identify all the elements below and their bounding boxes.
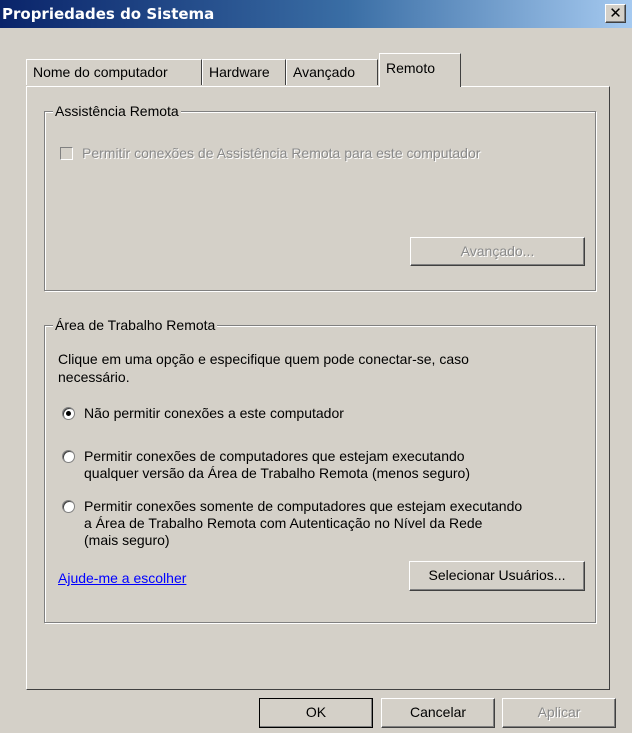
remote-assistance-title: Assistência Remota bbox=[53, 103, 181, 119]
allow-remote-assistance-checkbox[interactable] bbox=[60, 147, 73, 160]
radio-allow-nla-only-label-line1: Permitir conexões somente de computadore… bbox=[84, 498, 523, 514]
tab-remote[interactable]: Remoto bbox=[379, 53, 461, 87]
ok-button[interactable]: OK bbox=[259, 698, 373, 728]
radio-deny-connections-label: Não permitir conexões a este computador bbox=[84, 405, 344, 421]
tab-label: Nome do computador bbox=[33, 64, 168, 80]
remote-desktop-title: Área de Trabalho Remota bbox=[53, 317, 218, 333]
help-me-choose-link[interactable]: Ajude-me a escolher bbox=[58, 570, 186, 587]
radio-allow-nla-only-label-line2: a Área de Trabalho Remota com Autenticaç… bbox=[84, 515, 483, 531]
apply-button[interactable]: Aplicar bbox=[502, 698, 616, 728]
tab-label: Avançado bbox=[293, 64, 356, 80]
tab-panel-remote: Assistência Remota Permitir conexões de … bbox=[26, 86, 610, 690]
close-button[interactable]: ✕ bbox=[605, 4, 626, 23]
radio-selected-dot bbox=[66, 411, 71, 416]
remote-desktop-group: Área de Trabalho Remota Clique em uma op… bbox=[44, 317, 596, 623]
title-bar: Propriedades do Sistema ✕ bbox=[0, 0, 632, 28]
radio-allow-any-version-label-line1: Permitir conexões de computadores que es… bbox=[84, 448, 465, 464]
remote-desktop-description-line2: necessário. bbox=[58, 369, 130, 385]
tab-label: Remoto bbox=[386, 60, 436, 76]
tab-computer-name[interactable]: Nome do computador bbox=[26, 59, 202, 85]
radio-deny-connections[interactable] bbox=[62, 407, 75, 420]
tab-hardware[interactable]: Hardware bbox=[202, 59, 286, 85]
tab-label: Hardware bbox=[209, 64, 270, 80]
close-icon: ✕ bbox=[609, 4, 622, 22]
window-title: Propriedades do Sistema bbox=[2, 5, 215, 23]
allow-remote-assistance-label: Permitir conexões de Assistência Remota … bbox=[82, 145, 481, 161]
radio-allow-nla-only-label-line3: (mais seguro) bbox=[84, 532, 170, 548]
advanced-button[interactable]: Avançado... bbox=[410, 237, 585, 266]
radio-allow-nla-only[interactable] bbox=[62, 500, 75, 513]
select-users-button[interactable]: Selecionar Usuários... bbox=[409, 561, 585, 591]
radio-allow-any-version-label-line2: qualquer versão da Área de Trabalho Remo… bbox=[84, 465, 470, 481]
cancel-button[interactable]: Cancelar bbox=[381, 698, 495, 728]
remote-desktop-description-line1: Clique em uma opção e especifique quem p… bbox=[58, 351, 469, 367]
tab-advanced[interactable]: Avançado bbox=[286, 59, 378, 85]
radio-allow-any-version[interactable] bbox=[62, 450, 75, 463]
remote-assistance-group: Assistência Remota Permitir conexões de … bbox=[44, 103, 596, 291]
